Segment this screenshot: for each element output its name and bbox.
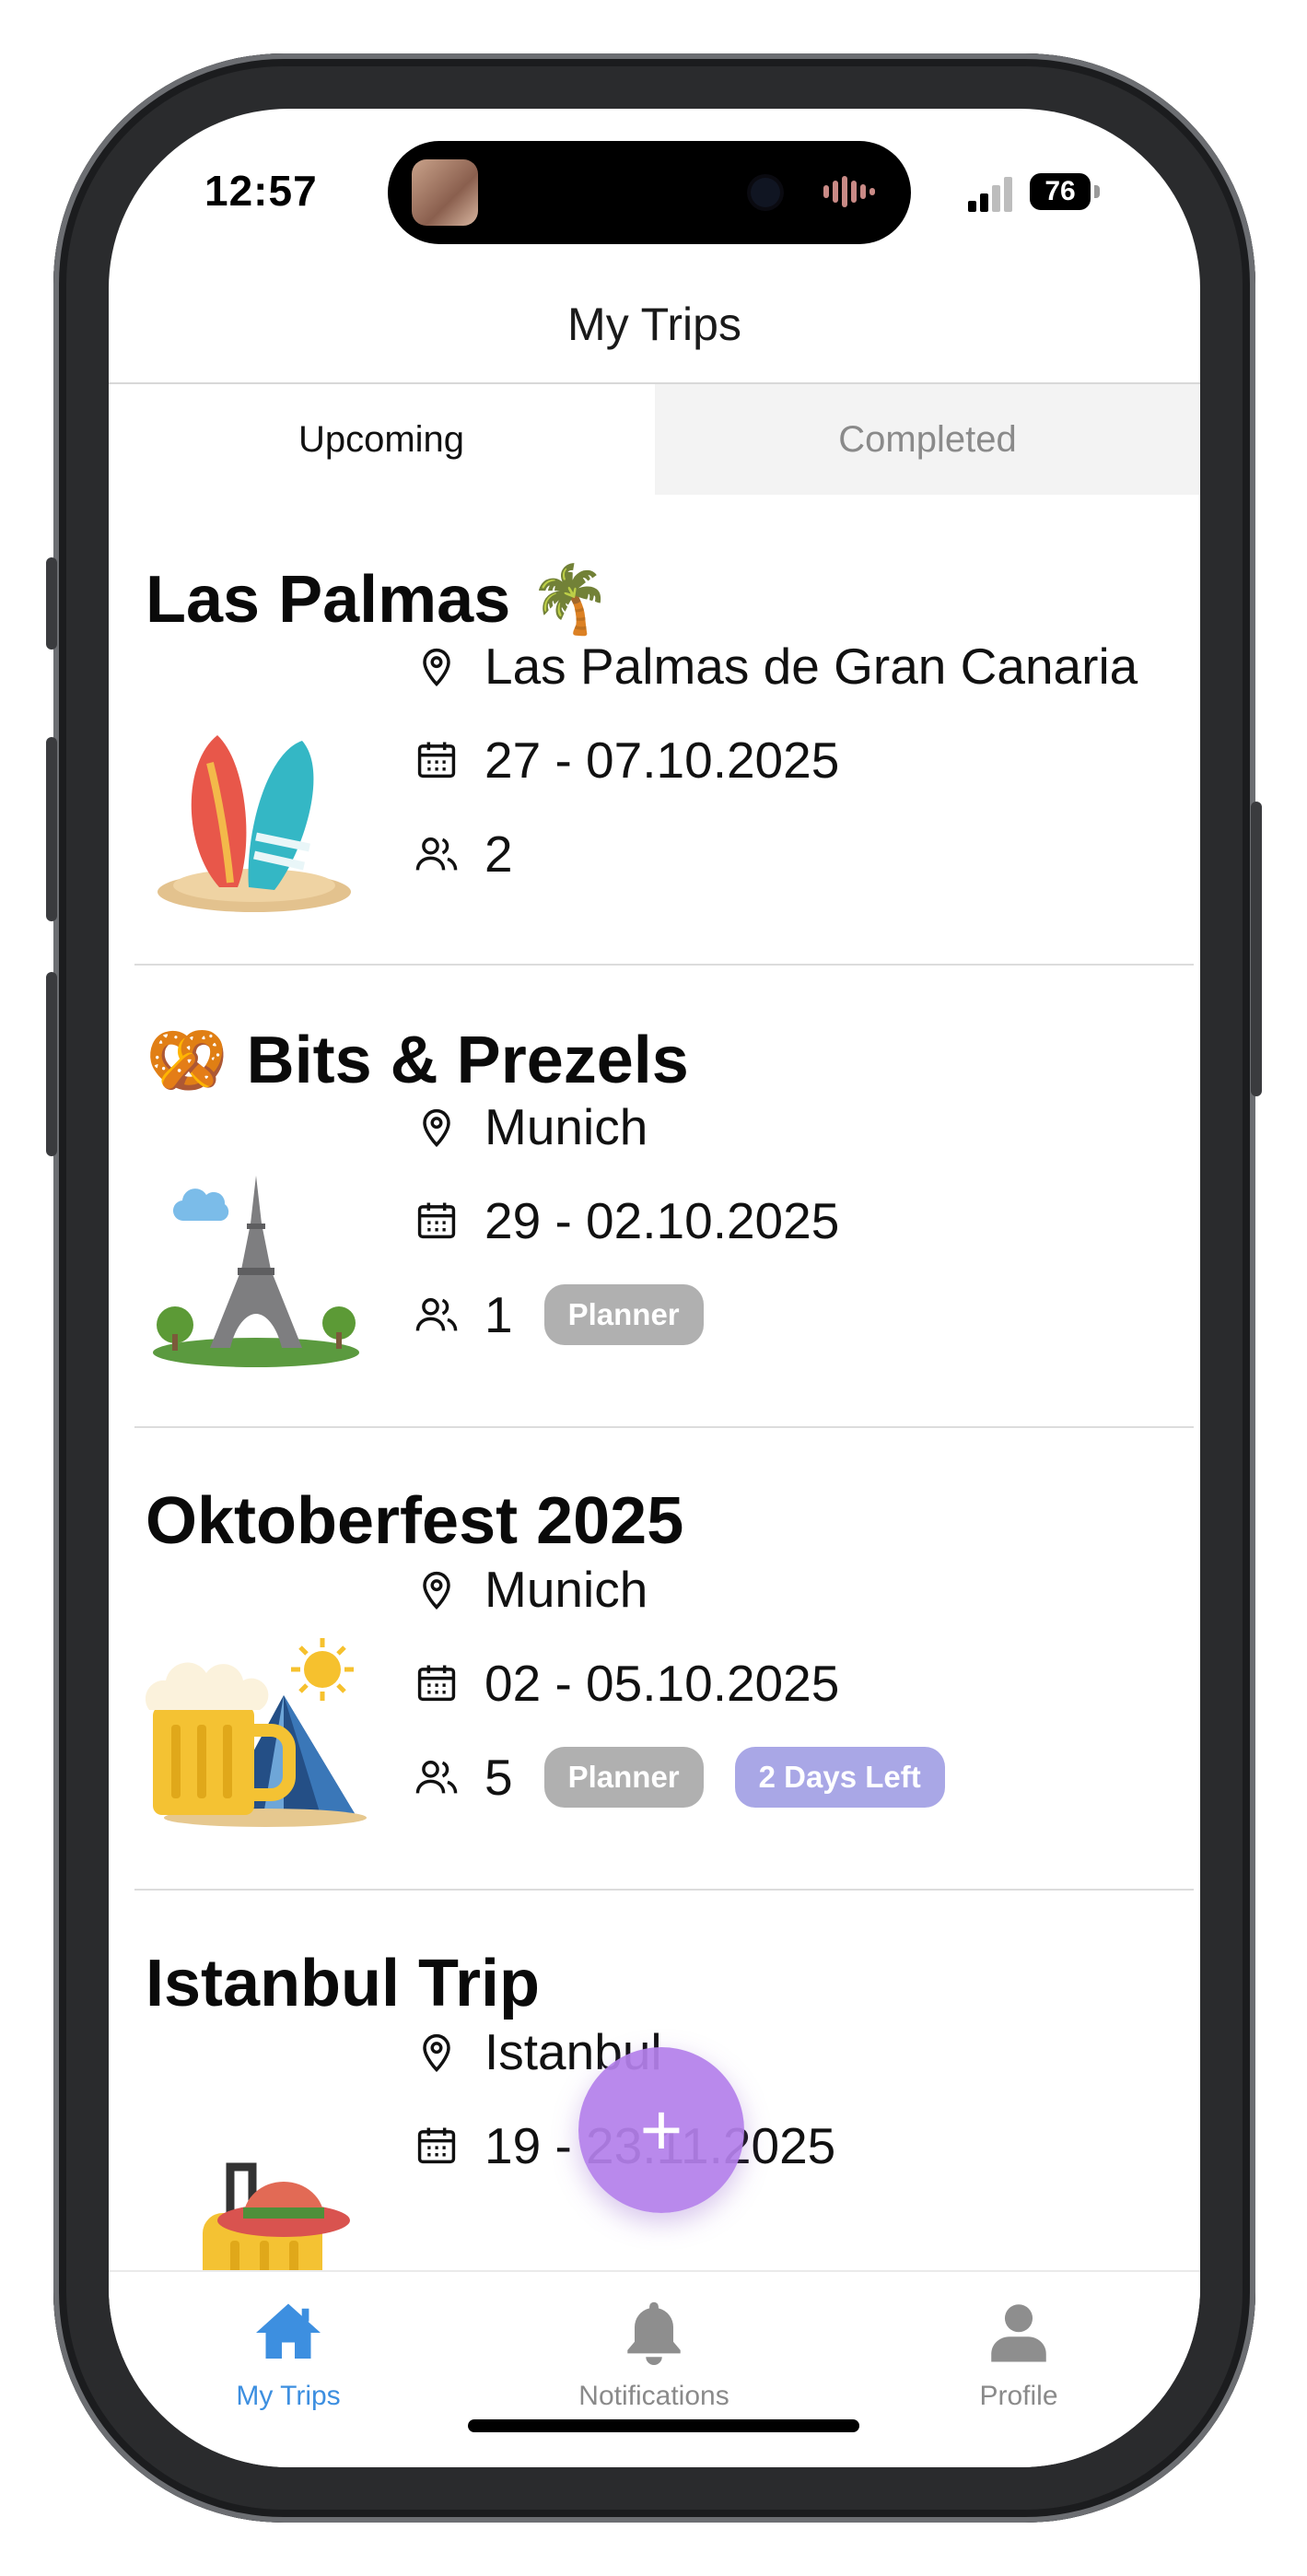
trip-participants-count: 2 xyxy=(484,825,513,883)
trip-participants: 2 xyxy=(413,825,513,883)
tab-profile[interactable]: Profile xyxy=(881,2294,1157,2412)
action-button xyxy=(46,557,57,650)
calendar-icon xyxy=(417,742,456,779)
people-icon xyxy=(415,1298,458,1331)
trip-title: Istanbul Trip xyxy=(146,1947,541,2020)
trip-participants: 1 Planner xyxy=(413,1284,704,1345)
trip-title: Oktoberfest 2025 xyxy=(146,1484,684,1558)
trip-location: Munich xyxy=(413,1561,648,1618)
front-camera xyxy=(751,178,780,207)
add-trip-button[interactable]: + xyxy=(578,2047,744,2213)
trip-participants-count: 5 xyxy=(484,1749,513,1806)
power-button xyxy=(1251,802,1262,1096)
trip-card-oktoberfest[interactable]: Oktoberfest 2025 Munich 02 - 05.10.2025 … xyxy=(109,1483,1200,1950)
cellular-signal-icon xyxy=(968,175,1018,212)
volume-up-button xyxy=(46,737,57,921)
trip-location-text: Munich xyxy=(484,1561,648,1618)
trip-dates-text: 27 - 07.10.2025 xyxy=(484,732,840,789)
bottom-tab-bar: My Trips Notifications Profile xyxy=(109,2270,1200,2467)
status-time: 12:57 xyxy=(204,167,318,215)
dynamic-island xyxy=(388,141,911,244)
eiffel-tower-icon xyxy=(153,1176,359,1367)
tab-upcoming[interactable]: Upcoming xyxy=(109,384,654,495)
screen: 12:57 76 My Trips Upcoming Completed Las… xyxy=(109,109,1200,2467)
trip-divider xyxy=(134,1426,1194,1428)
location-pin-icon xyxy=(423,1108,450,1147)
trip-dates-text: 29 - 02.10.2025 xyxy=(484,1192,840,1249)
trip-participants: 5 Planner 2 Days Left xyxy=(413,1747,945,1808)
calendar-icon xyxy=(417,2127,456,2164)
days-left-badge: 2 Days Left xyxy=(734,1747,945,1808)
trip-location: Munich xyxy=(413,1098,648,1155)
home-icon xyxy=(256,2303,321,2359)
suitcase-icon xyxy=(203,2162,350,2270)
tab-completed[interactable]: Completed xyxy=(655,384,1200,495)
trip-title: 🥨 Bits & Prezels xyxy=(146,1024,689,1097)
trip-location: Las Palmas de Gran Canaria xyxy=(413,638,1138,695)
tab-notifications[interactable]: Notifications xyxy=(516,2294,792,2412)
trip-dates: 02 - 05.10.2025 xyxy=(413,1655,840,1712)
trip-card-bits-prezels[interactable]: 🥨 Bits & Prezels Munich 29 - 02.10.2025 … xyxy=(109,1021,1200,1487)
trip-location-text: Las Palmas de Gran Canaria xyxy=(484,638,1138,695)
trip-dates-text: 02 - 05.10.2025 xyxy=(484,1655,840,1712)
trip-dates: 29 - 02.10.2025 xyxy=(413,1192,840,1249)
planner-badge: Planner xyxy=(543,1747,704,1808)
page-title: My Trips xyxy=(567,299,741,350)
tab-profile-label: Profile xyxy=(979,2381,1058,2411)
people-icon xyxy=(415,837,458,871)
person-icon xyxy=(991,2304,1046,2362)
location-pin-icon xyxy=(423,2033,450,2072)
home-indicator[interactable] xyxy=(468,2419,859,2432)
battery-tip xyxy=(1094,185,1100,198)
now-playing-thumbnail xyxy=(412,159,478,226)
tab-notifications-label: Notifications xyxy=(578,2381,729,2411)
beer-tent-icon xyxy=(146,1638,367,1827)
tab-my-trips-label: My Trips xyxy=(236,2381,341,2411)
trip-location-text: Munich xyxy=(484,1098,648,1155)
trip-card-las-palmas[interactable]: Las Palmas 🌴 Las Palmas de Gran Canaria … xyxy=(109,560,1200,1026)
trip-title: Las Palmas 🌴 xyxy=(146,563,612,637)
volume-down-button xyxy=(46,972,57,1156)
trip-divider xyxy=(134,1889,1194,1891)
trip-dates: 27 - 07.10.2025 xyxy=(413,732,840,789)
people-icon xyxy=(415,1761,458,1794)
trip-participants-count: 1 xyxy=(484,1286,513,1343)
location-pin-icon xyxy=(423,1571,450,1610)
location-pin-icon xyxy=(423,648,450,686)
trip-divider xyxy=(134,964,1194,966)
calendar-icon xyxy=(417,1665,456,1702)
battery-indicator: 76 xyxy=(1030,173,1091,210)
calendar-icon xyxy=(417,1202,456,1239)
surfboards-icon xyxy=(158,735,351,912)
tab-my-trips[interactable]: My Trips xyxy=(150,2294,426,2412)
audio-waveform-icon xyxy=(823,176,882,209)
planner-badge: Planner xyxy=(543,1284,704,1345)
bell-icon xyxy=(627,2301,681,2365)
